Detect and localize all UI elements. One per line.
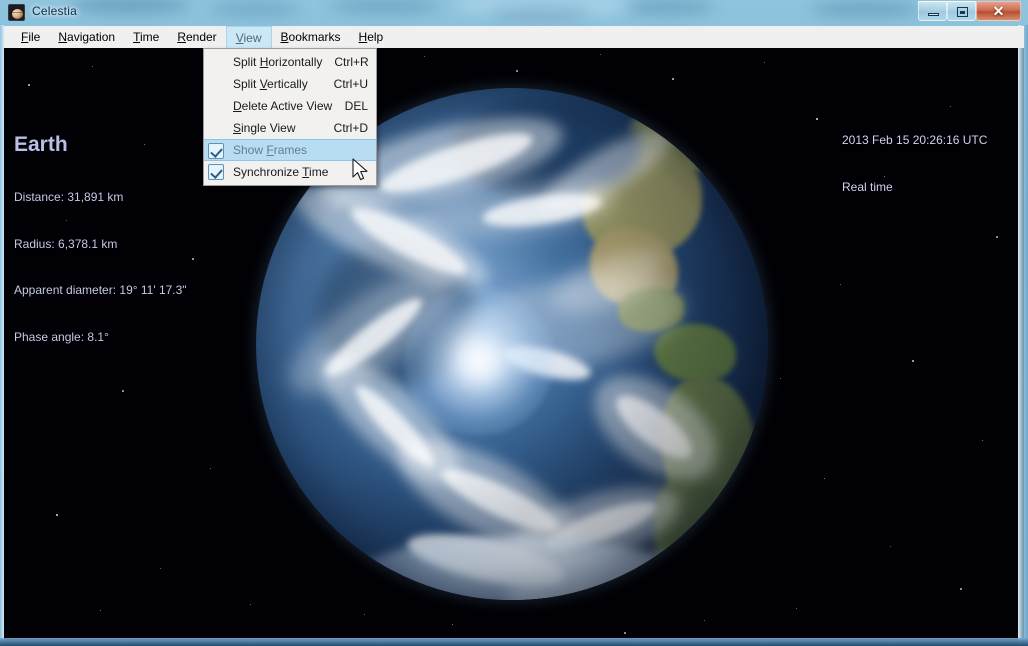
celestia-window: Celestia ✕ File Navigation Time Render V… bbox=[0, 0, 1028, 646]
planet-band-glyph bbox=[12, 11, 23, 13]
planet-glyph bbox=[12, 8, 23, 19]
star bbox=[780, 378, 782, 380]
maximize-restore-button[interactable] bbox=[947, 1, 976, 21]
star bbox=[192, 258, 194, 260]
menu-time[interactable]: Time bbox=[124, 26, 168, 48]
menuitem-delete-active-view[interactable]: Delete Active View DEL bbox=[204, 95, 376, 117]
star bbox=[704, 620, 706, 622]
menuitem-label: Synchronize Time bbox=[233, 165, 329, 179]
star bbox=[56, 514, 58, 516]
star bbox=[160, 568, 162, 570]
star bbox=[28, 84, 30, 86]
star bbox=[884, 176, 886, 178]
menuitem-label: Split Vertically bbox=[233, 77, 308, 91]
menuitem-label: Single View bbox=[233, 121, 296, 135]
star bbox=[100, 610, 102, 612]
object-phase-angle: Phase angle: 8.1° bbox=[14, 329, 109, 344]
star bbox=[122, 390, 124, 392]
star bbox=[600, 54, 602, 56]
window-title: Celestia bbox=[32, 4, 77, 18]
star bbox=[452, 624, 454, 626]
star bbox=[66, 220, 68, 222]
star bbox=[250, 604, 252, 606]
simulation-datetime: 2013 Feb 15 20:26:16 UTC bbox=[842, 133, 988, 147]
close-button[interactable]: ✕ bbox=[976, 1, 1021, 21]
app-planet-icon bbox=[8, 4, 25, 21]
time-panel: 2013 Feb 15 20:26:16 UTC Real time bbox=[842, 102, 987, 226]
object-radius: Radius: 6,378.1 km bbox=[14, 236, 118, 251]
celestia-3d-viewport[interactable]: Earth Distance: 31,891 km Radius: 6,378.… bbox=[4, 48, 1024, 638]
star bbox=[824, 478, 826, 480]
menu-navigation[interactable]: Navigation bbox=[49, 26, 124, 48]
star bbox=[764, 62, 766, 64]
menuitem-label: Split Horizontally bbox=[233, 55, 323, 69]
object-info-panel: Earth Distance: 31,891 km Radius: 6,378.… bbox=[14, 102, 187, 376]
star bbox=[38, 334, 40, 336]
menu-help[interactable]: Help bbox=[350, 26, 393, 48]
menuitem-single-view[interactable]: Single View Ctrl+D bbox=[204, 117, 376, 139]
star bbox=[516, 70, 518, 72]
menuitem-split-horizontally[interactable]: Split Horizontally Ctrl+R bbox=[204, 51, 376, 73]
menu-bar: File Navigation Time Render View Bookmar… bbox=[4, 26, 1024, 48]
menuitem-accelerator: Ctrl+D bbox=[333, 121, 368, 135]
object-name: Earth bbox=[14, 133, 68, 156]
close-icon: ✕ bbox=[992, 2, 1005, 19]
view-dropdown-menu[interactable]: Split Horizontally Ctrl+R Split Vertical… bbox=[203, 48, 377, 186]
star bbox=[960, 588, 962, 590]
restore-icon bbox=[957, 7, 968, 17]
checkbox-checked-icon[interactable] bbox=[208, 164, 224, 180]
window-border-inner bbox=[4, 638, 1018, 640]
star bbox=[996, 236, 998, 238]
title-bar: Celestia ✕ bbox=[0, 0, 1028, 25]
star bbox=[816, 118, 818, 120]
menuitem-accelerator: DEL bbox=[344, 99, 368, 113]
star bbox=[210, 468, 212, 470]
menuitem-label: Delete Active View bbox=[233, 99, 333, 113]
menu-file[interactable]: File bbox=[12, 26, 49, 48]
window-border-bottom bbox=[0, 638, 1028, 646]
star bbox=[364, 614, 366, 616]
star bbox=[624, 632, 626, 634]
menu-view[interactable]: View bbox=[225, 26, 272, 48]
star bbox=[92, 66, 94, 68]
minimize-icon bbox=[928, 13, 939, 16]
star bbox=[890, 546, 892, 548]
menuitem-show-frames[interactable]: Show Frames bbox=[204, 139, 376, 161]
object-apparent-diameter: Apparent diameter: 19° 11' 17.3" bbox=[14, 283, 187, 297]
menuitem-accelerator: Ctrl+U bbox=[333, 77, 368, 91]
menuitem-label: Show Frames bbox=[233, 143, 308, 157]
minimize-button[interactable] bbox=[918, 1, 947, 21]
menuitem-synchronize-time[interactable]: Synchronize Time bbox=[204, 161, 376, 183]
star bbox=[840, 284, 842, 286]
menuitem-accelerator: Ctrl+R bbox=[334, 55, 369, 69]
menu-render[interactable]: Render bbox=[168, 26, 225, 48]
time-rate: Real time bbox=[842, 179, 893, 194]
object-distance: Distance: 31,891 km bbox=[14, 190, 124, 204]
checkbox-checked-icon[interactable] bbox=[208, 143, 224, 159]
star bbox=[912, 360, 914, 362]
menu-bookmarks[interactable]: Bookmarks bbox=[272, 26, 350, 48]
star bbox=[950, 106, 952, 108]
star bbox=[672, 78, 674, 80]
star bbox=[424, 56, 426, 58]
star bbox=[144, 144, 146, 146]
menuitem-split-vertically[interactable]: Split Vertically Ctrl+U bbox=[204, 73, 376, 95]
star bbox=[982, 440, 984, 442]
star bbox=[796, 608, 798, 610]
